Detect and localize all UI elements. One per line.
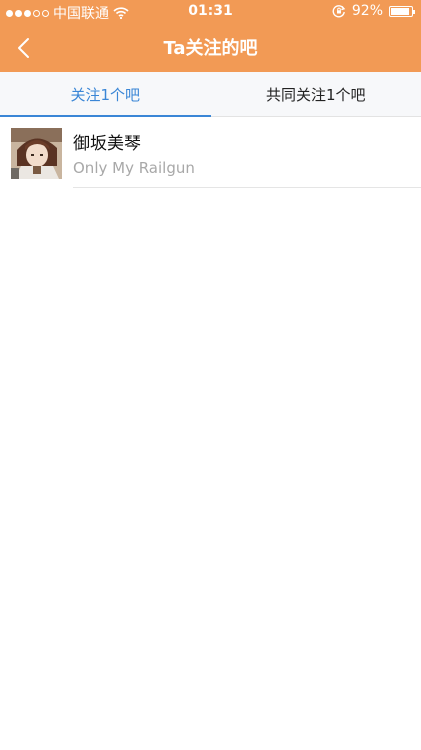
app-screen: 中国联通 01:31 92% Ta关注的吧 关注1个吧 共同关注1个吧 御坂美琴…	[0, 0, 421, 750]
tab-following[interactable]: 关注1个吧	[0, 72, 211, 117]
rotation-lock-icon	[332, 4, 346, 18]
status-bar: 中国联通 01:31 92%	[0, 0, 421, 24]
tab-mutual-following[interactable]: 共同关注1个吧	[211, 72, 421, 116]
page-title: Ta关注的吧	[163, 38, 258, 59]
anime-avatar-image	[11, 128, 62, 179]
status-right: 92%	[332, 3, 415, 19]
header: 中国联通 01:31 92% Ta关注的吧	[0, 0, 421, 72]
tab-bar: 关注1个吧 共同关注1个吧	[0, 72, 421, 117]
tab-following-label: 关注1个吧	[70, 85, 141, 104]
list-item-text: 御坂美琴 Only My Railgun	[73, 117, 421, 188]
battery-fill	[391, 7, 410, 15]
forum-name: 御坂美琴	[73, 134, 141, 154]
battery-icon	[389, 5, 415, 17]
tab-mutual-following-label: 共同关注1个吧	[265, 85, 366, 104]
navigation-bar: Ta关注的吧	[0, 24, 421, 72]
forum-list: 御坂美琴 Only My Railgun	[0, 117, 421, 188]
battery-percent: 92%	[351, 3, 383, 19]
forum-subtitle: Only My Railgun	[73, 159, 195, 177]
list-item[interactable]: 御坂美琴 Only My Railgun	[0, 117, 421, 188]
